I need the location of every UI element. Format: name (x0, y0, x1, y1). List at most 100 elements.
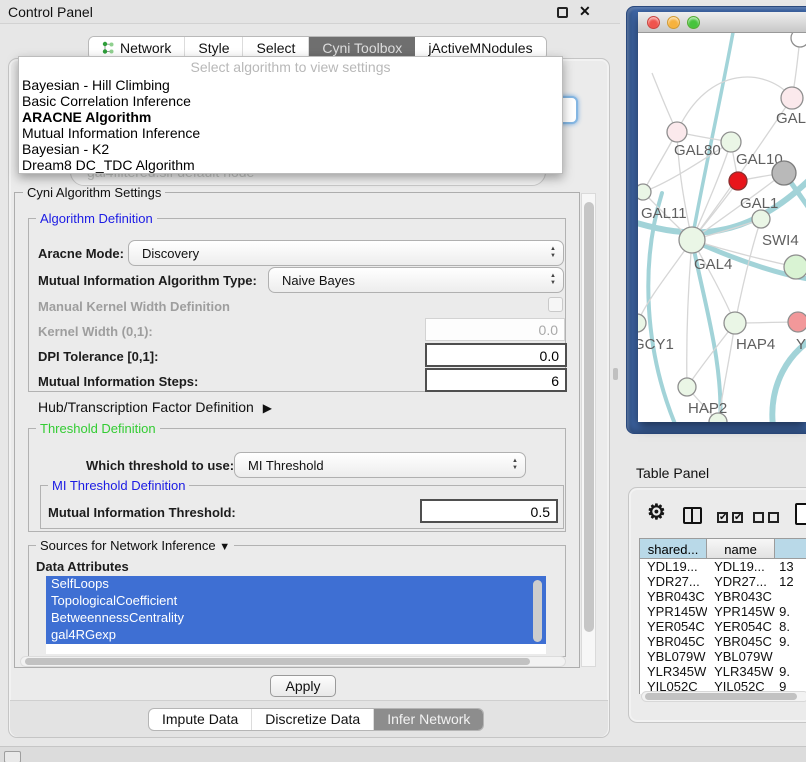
bottom-tab-impute-data[interactable]: Impute Data (149, 709, 252, 730)
table-cell: YPR145W (707, 604, 775, 619)
attribute-item-gal4rgexp[interactable]: gal4RGexp (46, 627, 546, 644)
export-table-icon[interactable] (795, 503, 806, 525)
dpi-tolerance-field[interactable]: 0.0 (425, 343, 567, 367)
panel-handle-icon[interactable] (4, 751, 21, 762)
table-body: YDL19...YDL19...13YDR27...YDR27...12YBR0… (640, 559, 806, 694)
table-row[interactable]: YPR145WYPR145W9. (640, 604, 806, 619)
hub-definition-toggle[interactable]: Hub/Transcription Factor Definition▶ (38, 399, 272, 415)
node-label-gal4: GAL4 (694, 256, 732, 273)
node-label-swi4: SWI4 (762, 232, 799, 249)
algorithm-definition-title: Algorithm Definition (36, 211, 157, 226)
node-table: shared...name YDL19...YDL19...13YDR27...… (639, 538, 806, 694)
table-cell: YBR043C (707, 589, 775, 604)
combo-arrows-icon: ▲▼ (550, 246, 556, 260)
column-header-shared[interactable]: shared... (640, 538, 707, 559)
table-cell: 9. (775, 664, 806, 679)
aracne-mode-combo[interactable]: Discovery ▲▼ (128, 240, 564, 266)
network-node-gal80[interactable] (667, 122, 687, 142)
checked-box-icon: ✔ (732, 512, 743, 523)
table-header: shared...name (640, 538, 806, 559)
network-node-gal10[interactable] (721, 132, 741, 152)
zoom-traffic-light-icon[interactable] (687, 16, 700, 29)
network-node[interactable] (784, 255, 806, 279)
unchecked-box-icon (753, 512, 764, 523)
apply-button[interactable]: Apply (270, 675, 336, 697)
split-pane-grip[interactable] (613, 368, 618, 380)
mi-steps-label: Mutual Information Steps: (38, 374, 198, 389)
mi-threshold-field[interactable]: 0.5 (420, 499, 558, 523)
split-columns-icon[interactable] (683, 507, 702, 524)
algorithm-option-dream8-dc-tdc-algorithm[interactable]: Dream8 DC_TDC Algorithm (19, 157, 562, 173)
table-row[interactable]: YBL079WYBL079W (640, 649, 806, 664)
column-header-2[interactable] (775, 538, 806, 559)
network-node-gal4[interactable] (679, 227, 705, 253)
mi-type-combo[interactable]: Naive Bayes ▲▼ (268, 267, 564, 293)
sources-title[interactable]: Sources for Network Inference ▼ (36, 538, 234, 553)
bottom-tab-discretize-data[interactable]: Discretize Data (252, 709, 374, 730)
network-node-gal[interactable] (781, 87, 803, 109)
which-threshold-label: Which threshold to use: (86, 458, 234, 473)
network-node-hap2[interactable] (678, 378, 696, 396)
kernel-width-label: Kernel Width (0,1): (38, 324, 153, 339)
settings-vertical-scrollbar[interactable] (581, 193, 596, 667)
settings-gear-icon[interactable]: ⚙ (647, 500, 666, 525)
table-row[interactable]: YER054CYER054C8. (640, 619, 806, 634)
manual-kernel-checkbox[interactable] (548, 297, 563, 312)
column-header-name[interactable]: name (707, 538, 775, 559)
algorithm-option-mutual-information-inference[interactable]: Mutual Information Inference (19, 125, 562, 141)
network-canvas[interactable]: GALGAL80GAL10GAL1GAL11SWI4GAL4GCY1HAP4YH… (638, 33, 806, 422)
kernel-width-field[interactable]: 0.0 (425, 318, 565, 341)
which-threshold-combo[interactable]: MI Threshold ▲▼ (234, 452, 526, 478)
algorithm-option-aracne-algorithm[interactable]: ARACNE Algorithm (19, 109, 562, 125)
scrollbar-thumb[interactable] (645, 693, 797, 700)
table-cell: YLR345W (640, 664, 707, 679)
attribute-item-betweennesscentrality[interactable]: BetweennessCentrality (46, 610, 546, 627)
network-node-gal1[interactable] (729, 172, 747, 190)
node-label-gal: GAL (776, 110, 806, 127)
network-node-swi4[interactable] (752, 210, 770, 228)
table-cell: YDR27... (640, 574, 707, 589)
minimize-traffic-light-icon[interactable] (667, 16, 680, 29)
node-label-gal1: GAL1 (740, 195, 778, 212)
network-node-gal11[interactable] (638, 184, 651, 200)
mi-steps-field[interactable]: 6 (425, 368, 567, 392)
deselect-all-icon[interactable] (753, 512, 779, 523)
mi-type-label: Mutual Information Algorithm Type: (38, 273, 257, 288)
attributes-scrollbar-thumb[interactable] (533, 580, 542, 642)
scrollbar-thumb[interactable] (25, 658, 530, 665)
select-all-icon[interactable]: ✔ ✔ (717, 512, 743, 523)
collapsed-arrow-icon: ▶ (263, 401, 272, 415)
float-panel-icon[interactable] (557, 7, 568, 18)
table-cell: YBR045C (640, 634, 707, 649)
table-cell: YDL19... (640, 559, 707, 574)
network-node-y[interactable] (788, 312, 806, 332)
table-row[interactable]: YLR345WYLR345W9. (640, 664, 806, 679)
table-horizontal-scrollbar[interactable] (641, 691, 806, 702)
close-traffic-light-icon[interactable] (647, 16, 660, 29)
table-row[interactable]: YBR043CYBR043C (640, 589, 806, 604)
threshold-definition-title: Threshold Definition (36, 421, 160, 436)
algorithm-dropdown: Select algorithm to view settings Bayesi… (18, 56, 563, 174)
table-cell: YER054C (640, 619, 707, 634)
data-attributes-list[interactable]: SelfLoopsTopologicalCoefficientBetweenne… (46, 576, 546, 654)
algorithm-option-basic-correlation-inference[interactable]: Basic Correlation Inference (19, 93, 562, 109)
attribute-item-selfloops[interactable]: SelfLoops (46, 576, 546, 593)
algorithm-option-bayesian-k2[interactable]: Bayesian - K2 (19, 141, 562, 157)
network-node-hap4[interactable] (724, 312, 746, 334)
scrollbar-thumb[interactable] (584, 202, 594, 632)
close-panel-icon[interactable]: ✕ (579, 3, 591, 20)
table-cell: YLR345W (707, 664, 775, 679)
network-node-gcy1[interactable] (638, 314, 646, 332)
table-row[interactable]: YDR27...YDR27...12 (640, 574, 806, 589)
node-label-y: Y (796, 336, 806, 353)
node-label-gal80: GAL80 (674, 142, 721, 159)
attribute-item-topologicalcoefficient[interactable]: TopologicalCoefficient (46, 593, 546, 610)
bottom-tab-infer-network[interactable]: Infer Network (374, 709, 483, 730)
network-node[interactable] (772, 161, 796, 185)
table-row[interactable]: YBR045CYBR045C9. (640, 634, 806, 649)
network-node[interactable] (791, 33, 806, 47)
algorithm-option-bayesian-hill-climbing[interactable]: Bayesian - Hill Climbing (19, 77, 562, 93)
table-row[interactable]: YDL19...YDL19...13 (640, 559, 806, 574)
settings-horizontal-scrollbar[interactable] (20, 656, 566, 667)
combo-arrows-icon: ▲▼ (512, 458, 518, 472)
